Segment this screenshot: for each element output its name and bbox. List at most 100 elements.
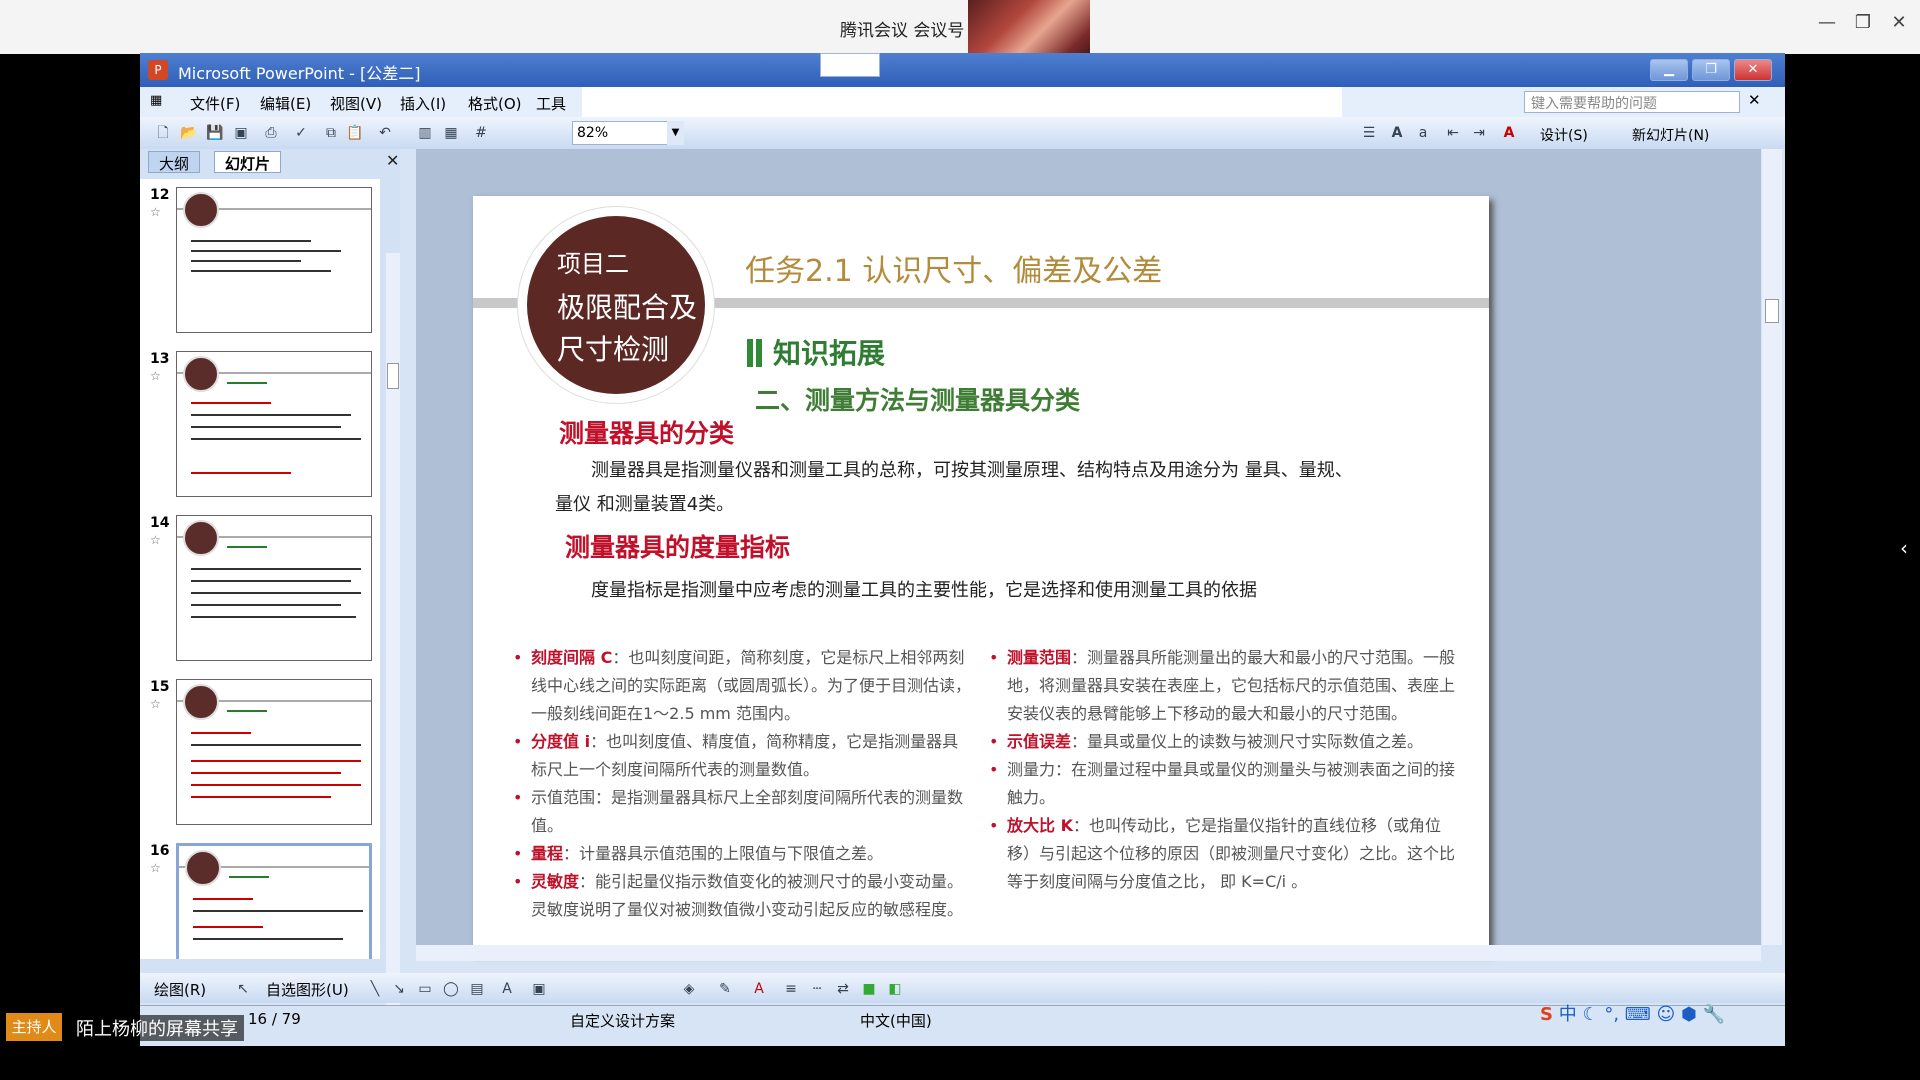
knowledge-marker (756, 339, 762, 367)
decrease-font-icon[interactable]: a (1414, 124, 1432, 142)
user-icon[interactable]: ☺ (1657, 1004, 1676, 1025)
increase-indent-icon[interactable]: ⇥ (1470, 124, 1488, 142)
wrench-icon[interactable]: 🔧 (1702, 1004, 1724, 1025)
tab-slides[interactable]: 幻灯片 (214, 151, 282, 173)
help-search-input[interactable]: 键入需要帮助的问题 (1524, 91, 1740, 113)
line-style-icon[interactable]: ≡ (782, 980, 800, 998)
grid-icon[interactable]: # (472, 124, 490, 142)
permission-icon[interactable]: ▣ (232, 124, 250, 142)
spelling-icon[interactable]: ✓ (292, 124, 310, 142)
rectangle-icon[interactable]: ▭ (416, 980, 434, 998)
chevron-down-icon[interactable]: ▼ (667, 121, 684, 145)
slide-thumbnail-16[interactable] (176, 843, 372, 959)
meeting-titlebar: 腾讯会议 会议号 — ❐ ✕ (0, 0, 1920, 54)
shadow-icon[interactable]: ■ (860, 980, 878, 998)
punctuation-icon[interactable]: °, (1604, 1004, 1619, 1025)
menu-tools[interactable]: 工具 (536, 93, 566, 114)
ime-toolbar[interactable]: S 中 ☾ °, ⌨ ☺ ⬢ 🔧 (1540, 1000, 1780, 1030)
menu-file[interactable]: 文件(F) (190, 93, 240, 114)
thumbnail-scrollbar[interactable] (386, 253, 400, 1013)
thumb-number: 12 (150, 187, 170, 203)
list-item: • 刻度间隔 C：也叫刻度间距，简称刻度，它是标尺上相邻两刻线中心线之间的实际距离… (513, 648, 972, 723)
list-text: ：量具或量仪上的读数与被测尺寸实际数值之差。 (1071, 732, 1424, 751)
fill-color-icon[interactable]: ◈ (680, 980, 698, 998)
design-button[interactable]: 设计(S) (1540, 125, 1588, 145)
picture-icon[interactable]: ▣ (530, 980, 548, 998)
horizontal-scrollbar[interactable] (416, 945, 1761, 961)
increase-font-icon[interactable]: A (1388, 124, 1406, 142)
undo-icon[interactable]: ↶ (376, 124, 394, 142)
wordart-icon[interactable]: A (498, 980, 516, 998)
design-template-name: 自定义设计方案 (570, 1012, 676, 1030)
paragraph-metrics: 度量指标是指测量中应考虑的测量工具的主要性能，它是选择和使用测量工具的依据 (591, 580, 1257, 601)
table-icon[interactable]: ▦ (442, 124, 460, 142)
save-icon[interactable]: 💾 (206, 124, 224, 142)
font-size-select[interactable] (820, 53, 880, 77)
slide-thumbnail-14[interactable] (176, 515, 372, 661)
align-icon[interactable]: ☰ (1360, 124, 1378, 142)
star-icon: ☆ (150, 369, 161, 383)
list-text: ：能引起量仪指示数值变化的被测尺寸的最小变动量。灵敏度说明了量仪对被测数值微小变… (531, 872, 964, 919)
tab-outline[interactable]: 大纲 (148, 151, 201, 173)
list-item: • 测量力：在测量过程中量具或量仪的测量头与被测表面之间的接触力。 (989, 760, 1456, 807)
skin-icon[interactable]: ⬢ (1681, 1004, 1697, 1025)
list-item: • 示值范围：是指测量器具标尺上全部刻度间隔所代表的测量数值。 (513, 788, 964, 835)
thumb-number: 14 (150, 515, 170, 531)
print-icon[interactable]: ⎙ (262, 124, 280, 142)
chevron-left-icon[interactable]: ‹ (1900, 536, 1908, 560)
arrow-icon[interactable]: ↘ (390, 980, 408, 998)
ppt-restore-button[interactable]: ❐ (1692, 59, 1730, 81)
scroll-thumb[interactable] (1765, 299, 1779, 323)
arrow-style-icon[interactable]: ⇄ (834, 980, 852, 998)
select-pointer-icon[interactable]: ↖ (234, 980, 252, 998)
keyboard-icon[interactable]: ⌨ (1625, 1004, 1651, 1025)
slide-thumbnail-13[interactable] (176, 351, 372, 497)
menu-format[interactable]: 格式(O) (468, 93, 522, 114)
current-slide: 项目二 极限配合及 尺寸检测 任务2.1 认识尺寸、偏差及公差 知识拓展 二、测… (473, 196, 1489, 952)
vertical-scrollbar[interactable] (1762, 149, 1782, 945)
3d-icon[interactable]: ◧ (886, 980, 904, 998)
host-badge: 主持人 (6, 1013, 62, 1041)
menu-insert[interactable]: 插入(I) (400, 93, 446, 114)
menu-view[interactable]: 视图(V) (330, 93, 382, 114)
close-doc-icon[interactable]: ✕ (1748, 91, 1761, 109)
textbox-icon[interactable]: ▤ (468, 980, 486, 998)
copy-icon[interactable]: ⧉ (322, 124, 340, 142)
menu-edit[interactable]: 编辑(E) (260, 93, 311, 114)
line-icon[interactable]: ╲ (366, 980, 384, 998)
chart-icon[interactable]: ▥ (416, 124, 434, 142)
star-icon: ☆ (150, 205, 161, 219)
list-text: 测量力：在测量过程中量具或量仪的测量头与被测表面之间的接触力。 (1007, 760, 1456, 807)
draw-menu-button[interactable]: 绘图(R) (154, 979, 206, 1000)
list-item: • 量程：计量器具示值范围的上限值与下限值之差。 (513, 844, 884, 863)
ppt-minimize-button[interactable]: ▁ (1650, 59, 1688, 81)
paragraph-classification-2: 量仪 和测量装置4类。 (555, 494, 735, 515)
minimize-button[interactable]: — (1812, 12, 1842, 33)
panel-close-icon[interactable]: ✕ (386, 151, 399, 170)
menu-bar: ▦ 文件(F) 编辑(E) 视图(V) 插入(I) 格式(O) 工具 键入需要帮… (140, 87, 1785, 150)
slide-thumbnail-15[interactable] (176, 679, 372, 825)
sogou-icon[interactable]: S (1540, 1004, 1553, 1025)
line-color-icon[interactable]: ✎ (716, 980, 734, 998)
font-color-icon[interactable]: A (1500, 124, 1518, 142)
chinese-mode-icon[interactable]: 中 (1559, 1004, 1577, 1025)
list-item: • 放大比 K：也叫传动比，它是指量仪指针的直线位移（或角位移）与引起这个位移的原… (989, 816, 1456, 891)
decrease-indent-icon[interactable]: ⇤ (1444, 124, 1462, 142)
doc-icon[interactable]: ▦ (150, 93, 162, 108)
paste-icon[interactable]: 📋 (346, 124, 364, 142)
new-slide-button[interactable]: 新幻灯片(N) (1632, 125, 1709, 145)
autoshape-menu-button[interactable]: 自选图形(U) (266, 979, 349, 1000)
new-file-icon[interactable]: 🗋 (154, 124, 172, 142)
close-button[interactable]: ✕ (1884, 12, 1914, 33)
ppt-close-button[interactable]: ✕ (1734, 59, 1772, 81)
slide-thumbnail-12[interactable] (176, 187, 372, 333)
language-status: 中文(中国) (860, 1012, 932, 1030)
restore-button[interactable]: ❐ (1848, 12, 1878, 33)
text-color-icon[interactable]: A (750, 980, 768, 998)
oval-icon[interactable]: ◯ (442, 980, 460, 998)
open-folder-icon[interactable]: 📂 (180, 124, 198, 142)
dash-style-icon[interactable]: ┄ (808, 980, 826, 998)
moon-icon[interactable]: ☾ (1582, 1004, 1598, 1025)
ppt-window-title: Microsoft PowerPoint - [公差二] (178, 64, 421, 83)
project-label-line3: 尺寸检测 (557, 333, 670, 366)
